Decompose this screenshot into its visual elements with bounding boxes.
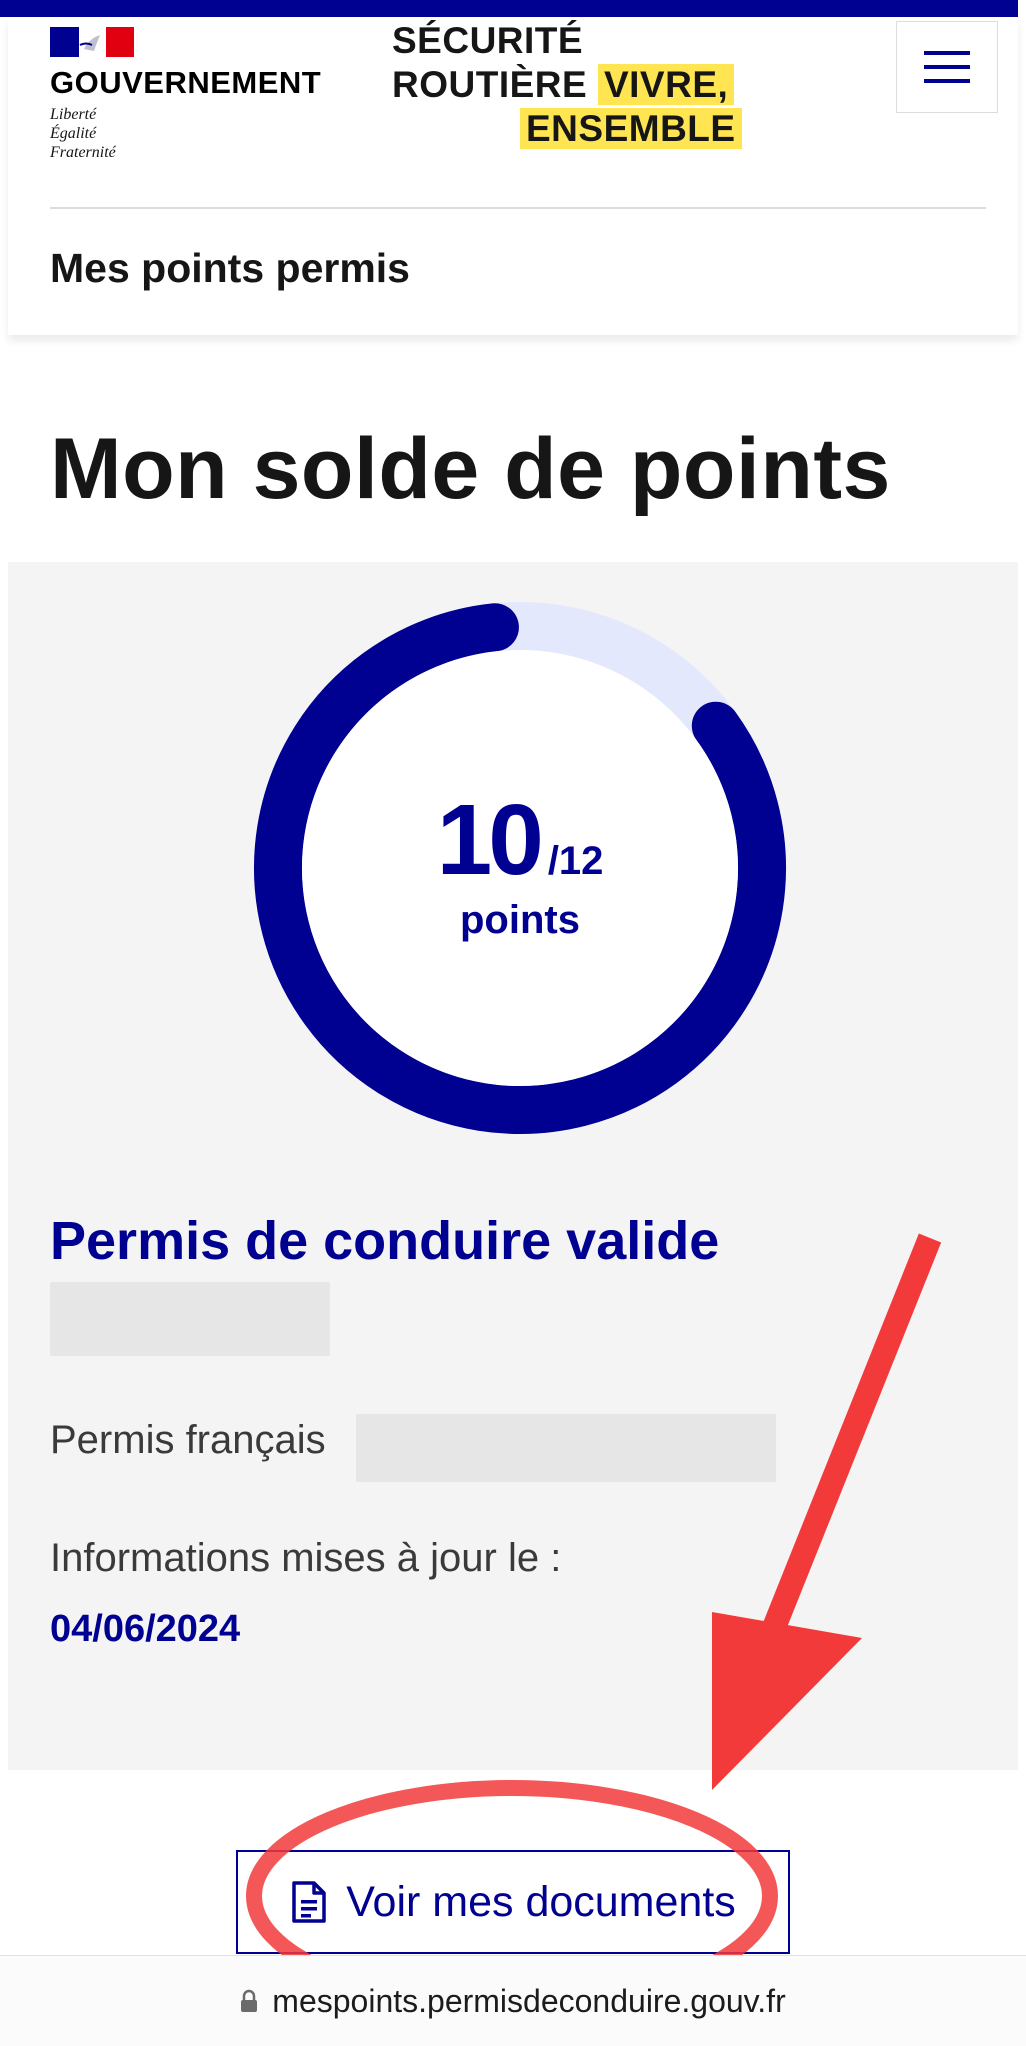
marianne-icon — [79, 35, 100, 51]
browser-url: mespoints.permisdeconduire.gouv.fr — [272, 1982, 786, 2019]
license-status: Permis de conduire valide — [50, 1211, 720, 1271]
service-name[interactable]: Mes points permis — [50, 245, 410, 292]
page-title: Mon solde de points — [50, 421, 891, 517]
securite-routiere-logo-link[interactable]: SÉCURITÉ ROUTIÈRE VIVRE, ENSEMBLE — [392, 19, 742, 151]
hamburger-menu-icon — [924, 51, 970, 55]
points-value: 10 — [436, 784, 544, 896]
points-unit: points — [460, 898, 580, 942]
hamburger-menu-button[interactable] — [896, 21, 998, 113]
motto-fraternite: Fraternité — [50, 144, 116, 161]
redacted-license-number — [50, 1282, 330, 1356]
update-label: Informations mises à jour le : — [50, 1536, 562, 1580]
permit-type-label: Permis français — [50, 1418, 326, 1462]
republic-motto: Liberté Égalité Fraternité — [50, 105, 116, 162]
brand-line-2: ROUTIÈRE VIVRE, — [392, 63, 742, 107]
lock-icon — [241, 1989, 258, 2012]
motto-liberte: Liberté — [50, 106, 97, 123]
header-divider — [50, 207, 986, 209]
brand-line-1: SÉCURITÉ — [392, 20, 584, 61]
view-documents-label: Voir mes documents — [346, 1877, 736, 1926]
top-accent-bar — [0, 0, 1018, 17]
motto-egalite: Égalité — [50, 125, 97, 142]
site-header: GOUVERNEMENT Liberté Égalité Fraternité … — [8, 17, 1018, 335]
brand-vivre-highlight: VIVRE, — [597, 64, 735, 105]
points-score: 10 /12 points — [252, 600, 788, 1136]
brand-routiere: ROUTIÈRE — [392, 64, 588, 105]
points-balance-card: 10 /12 points Permis de conduire valide … — [8, 562, 1018, 1770]
redacted-permit-detail — [356, 1414, 776, 1482]
view-documents-button[interactable]: Voir mes documents — [236, 1850, 790, 1954]
government-name: GOUVERNEMENT — [50, 65, 322, 100]
browser-url-bar[interactable]: mespoints.permisdeconduire.gouv.fr — [0, 1955, 1026, 2046]
document-icon — [292, 1881, 326, 1923]
points-max: /12 — [547, 839, 604, 883]
update-date: 04/06/2024 — [50, 1608, 241, 1650]
brand-ensemble-highlight: ENSEMBLE — [520, 108, 742, 149]
brand-line-3: ENSEMBLE — [392, 107, 742, 151]
